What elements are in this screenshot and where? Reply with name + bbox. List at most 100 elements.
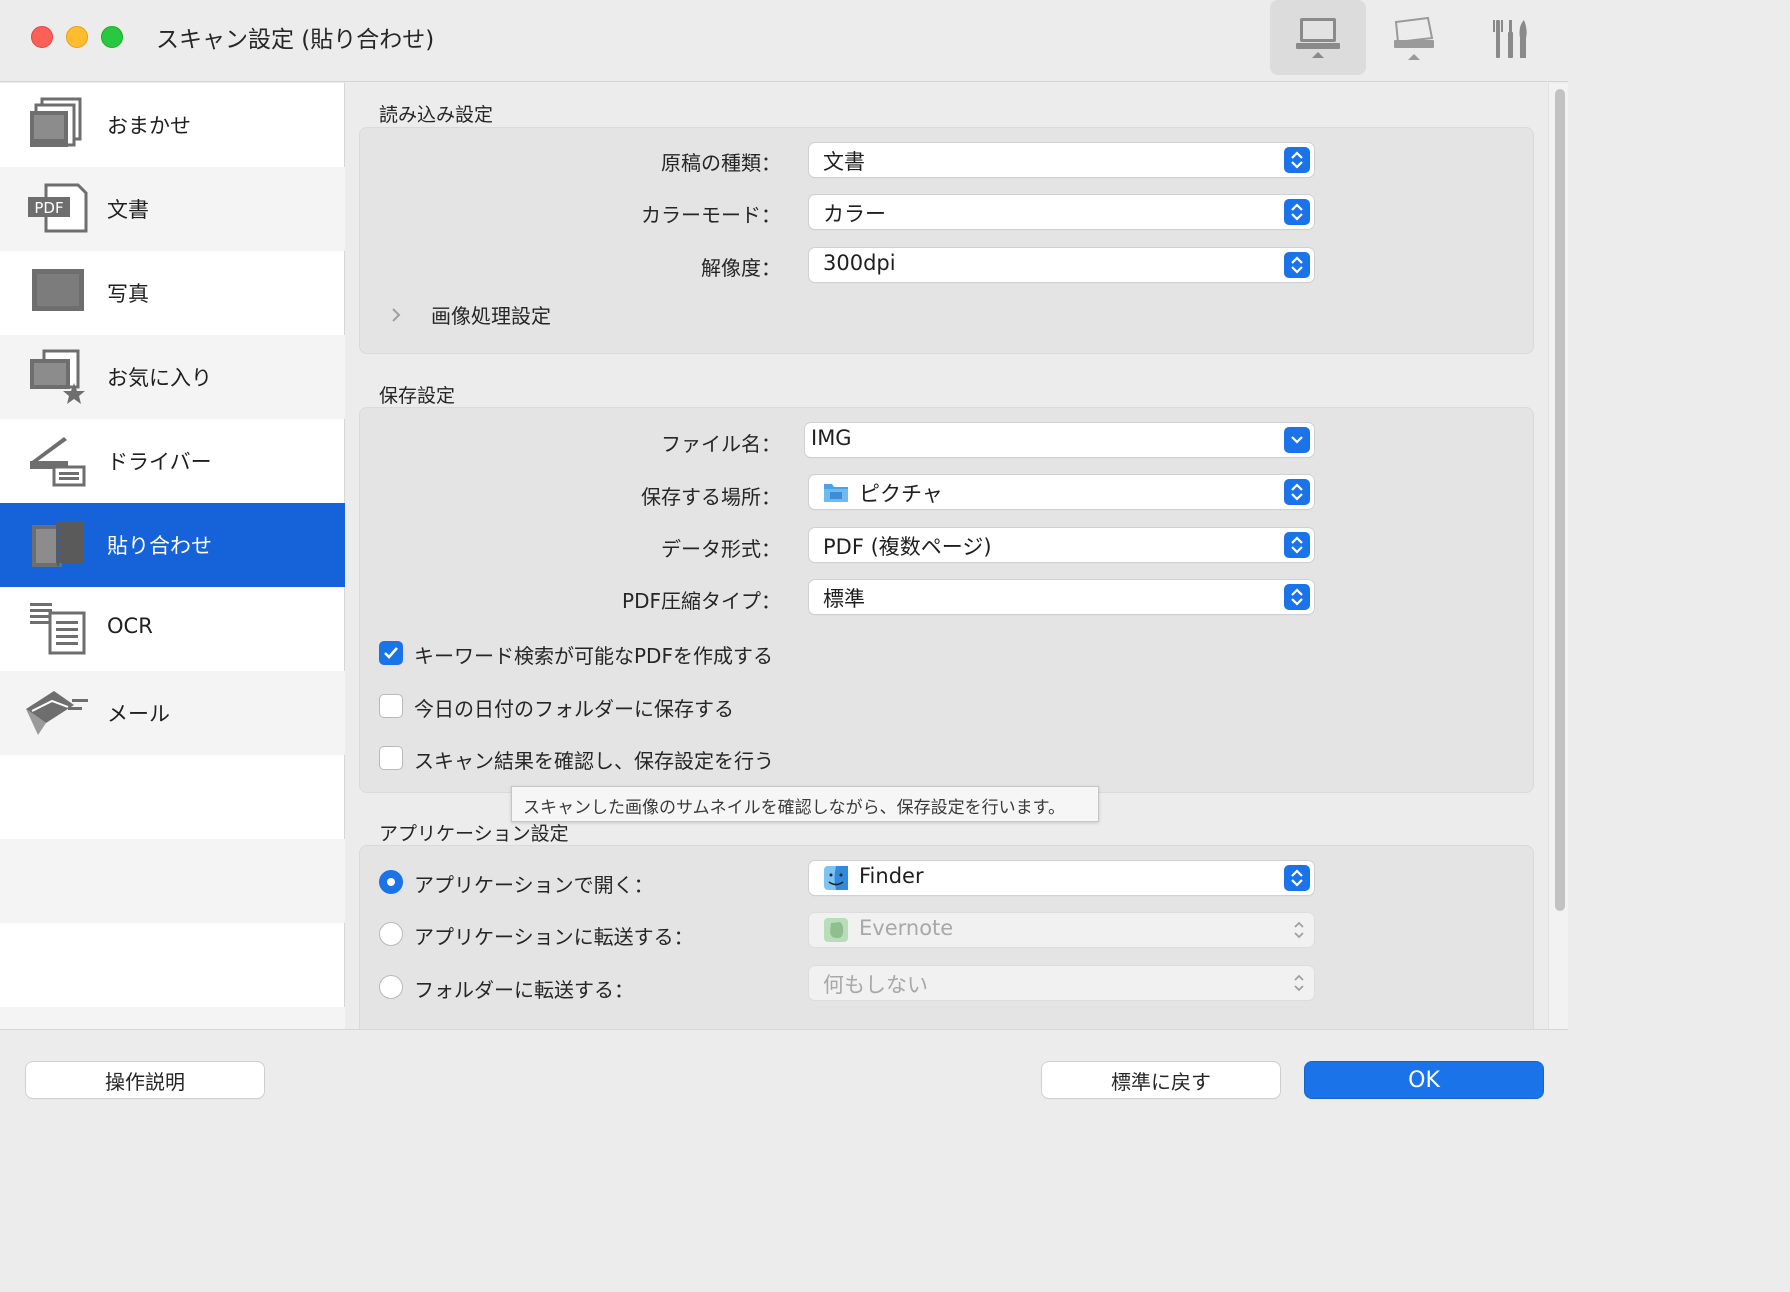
sidebar-item-label: おまかせ bbox=[107, 114, 191, 138]
sidebar-item-stitch[interactable]: 貼り合わせ bbox=[0, 503, 345, 587]
sidebar-item-label: 文書 bbox=[107, 198, 149, 222]
send-to-app-select: Evernote bbox=[809, 913, 1314, 947]
up-down-stepper-icon bbox=[1292, 919, 1306, 941]
up-down-stepper-icon bbox=[1284, 252, 1310, 278]
tools-icon bbox=[1493, 19, 1527, 58]
send-to-app-value: Evernote bbox=[859, 916, 954, 940]
pdf-compression-label: PDF圧縮タイプ： bbox=[622, 589, 781, 613]
ok-button[interactable]: OK bbox=[1305, 1062, 1543, 1098]
file-name-label: ファイル名： bbox=[661, 432, 781, 456]
open-with-app-label[interactable]: アプリケーションで開く： bbox=[414, 869, 654, 898]
file-name-combobox[interactable]: IMG bbox=[805, 423, 1314, 457]
scanner-driver-icon bbox=[30, 437, 86, 487]
scanner-panel-icon bbox=[1394, 16, 1434, 60]
sidebar-item-mail[interactable]: メール bbox=[0, 671, 345, 755]
sidebar-empty-row bbox=[0, 923, 345, 1007]
photo-icon bbox=[32, 269, 84, 311]
sidebar-item-photo[interactable]: 写真 bbox=[0, 251, 345, 335]
document-type-select[interactable]: 文書 bbox=[809, 143, 1314, 177]
computer-scan-tab[interactable] bbox=[1270, 0, 1366, 75]
data-format-select[interactable]: PDF (複数ページ) bbox=[809, 528, 1314, 562]
sidebar-item-document[interactable]: PDF 文書 bbox=[0, 167, 345, 251]
image-processing-settings-toggle[interactable]: 画像処理設定 bbox=[431, 300, 551, 329]
send-to-app-radio[interactable] bbox=[379, 922, 403, 946]
sidebar-empty-row bbox=[0, 755, 345, 839]
window-title: スキャン設定 (貼り合わせ) bbox=[156, 27, 435, 53]
sidebar-empty-row bbox=[0, 1007, 345, 1029]
folder-icon bbox=[823, 480, 849, 508]
up-down-stepper-icon bbox=[1284, 532, 1310, 558]
file-name-value: IMG bbox=[811, 426, 852, 450]
review-scan-tooltip: スキャンした画像のサムネイルを確認しながら、保存設定を行います。 bbox=[511, 786, 1099, 822]
save-location-select[interactable]: ピクチャ bbox=[809, 475, 1314, 509]
zoom-window-button[interactable] bbox=[101, 26, 123, 48]
favorites-icon bbox=[30, 349, 85, 404]
settings-pane: 読み込み設定 原稿の種類： 文書 カラーモード： カラー 解像度： 300dpi… bbox=[346, 83, 1568, 1029]
document-type-label: 原稿の種類： bbox=[661, 151, 781, 175]
chevron-down-icon[interactable] bbox=[1284, 427, 1310, 453]
stitch-icon bbox=[32, 521, 84, 567]
mail-icon bbox=[26, 691, 88, 735]
evernote-icon bbox=[823, 917, 849, 947]
sidebar-item-label: 貼り合わせ bbox=[107, 534, 212, 558]
scan-settings-title: 読み込み設定 bbox=[379, 104, 494, 126]
sidebar-empty-row bbox=[0, 839, 345, 923]
sidebar-item-label: ドライバー bbox=[107, 450, 212, 474]
scrollbar-thumb[interactable] bbox=[1555, 89, 1565, 911]
searchable-pdf-label[interactable]: キーワード検索が可能なPDFを作成する bbox=[414, 640, 773, 669]
send-to-folder-value: 何もしない bbox=[823, 973, 928, 997]
pdf-compression-value: 標準 bbox=[823, 587, 865, 611]
title-bar: スキャン設定 (貼り合わせ) bbox=[0, 0, 1568, 82]
open-with-app-radio[interactable] bbox=[379, 870, 403, 894]
color-mode-label: カラーモード： bbox=[641, 203, 781, 227]
up-down-stepper-icon bbox=[1284, 584, 1310, 610]
color-mode-select[interactable]: カラー bbox=[809, 195, 1314, 229]
send-to-folder-select: 何もしない bbox=[809, 966, 1314, 1000]
close-window-button[interactable] bbox=[31, 26, 53, 48]
pdf-compression-select[interactable]: 標準 bbox=[809, 580, 1314, 614]
instructions-button[interactable]: 操作説明 bbox=[26, 1062, 264, 1098]
sidebar-item-favorites[interactable]: お気に入り bbox=[0, 335, 345, 419]
review-scan-checkbox[interactable] bbox=[379, 746, 403, 770]
sidebar-item-label: 写真 bbox=[107, 282, 149, 306]
resolution-select[interactable]: 300dpi bbox=[809, 248, 1314, 282]
color-mode-value: カラー bbox=[823, 202, 886, 226]
checkmark-icon bbox=[384, 647, 398, 659]
sidebar-item-label: OCR bbox=[107, 614, 153, 638]
finder-icon bbox=[823, 865, 849, 895]
data-format-label: データ形式： bbox=[661, 537, 781, 561]
app-settings-panel: アプリケーションで開く： Finder アプリケーションに転送する： Evern… bbox=[359, 845, 1534, 1029]
scanner-panel-tab[interactable] bbox=[1366, 0, 1462, 75]
up-down-stepper-icon bbox=[1284, 865, 1310, 891]
sidebar-item-ocr[interactable]: OCR bbox=[0, 587, 345, 671]
resolution-label: 解像度： bbox=[701, 256, 781, 280]
ocr-icon bbox=[30, 603, 86, 655]
disclosure-chevron-icon[interactable] bbox=[390, 305, 402, 329]
tools-tab[interactable] bbox=[1462, 0, 1558, 75]
date-folder-label[interactable]: 今日の日付のフォルダーに保存する bbox=[414, 693, 734, 722]
pdf-document-icon: PDF bbox=[28, 183, 88, 233]
sidebar-item-label: お気に入り bbox=[107, 366, 212, 390]
send-to-app-label[interactable]: アプリケーションに転送する： bbox=[414, 921, 694, 950]
minimize-window-button[interactable] bbox=[66, 26, 88, 48]
vertical-scrollbar[interactable] bbox=[1548, 83, 1568, 1029]
save-settings-panel: ファイル名： IMG 保存する場所： ピクチャ データ形式： PDF (複数ペー… bbox=[359, 407, 1534, 793]
date-folder-checkbox[interactable] bbox=[379, 694, 403, 718]
restore-defaults-button[interactable]: 標準に戻す bbox=[1042, 1062, 1280, 1098]
sidebar-item-auto[interactable]: おまかせ bbox=[0, 83, 345, 167]
save-location-label: 保存する場所： bbox=[641, 485, 781, 509]
document-type-value: 文書 bbox=[823, 150, 865, 174]
up-down-stepper-icon bbox=[1292, 972, 1306, 994]
up-down-stepper-icon bbox=[1284, 199, 1310, 225]
open-with-app-value: Finder bbox=[859, 864, 924, 888]
up-down-stepper-icon bbox=[1284, 147, 1310, 173]
send-to-folder-label[interactable]: フォルダーに転送する： bbox=[414, 974, 634, 1003]
resolution-value: 300dpi bbox=[823, 251, 896, 275]
sidebar-item-driver[interactable]: ドライバー bbox=[0, 419, 345, 503]
searchable-pdf-checkbox[interactable] bbox=[379, 641, 403, 665]
open-with-app-select[interactable]: Finder bbox=[809, 861, 1314, 895]
up-down-stepper-icon bbox=[1284, 479, 1310, 505]
computer-scan-icon bbox=[1296, 17, 1340, 58]
send-to-folder-radio[interactable] bbox=[379, 975, 403, 999]
review-scan-label[interactable]: スキャン結果を確認し、保存設定を行う bbox=[414, 745, 774, 774]
